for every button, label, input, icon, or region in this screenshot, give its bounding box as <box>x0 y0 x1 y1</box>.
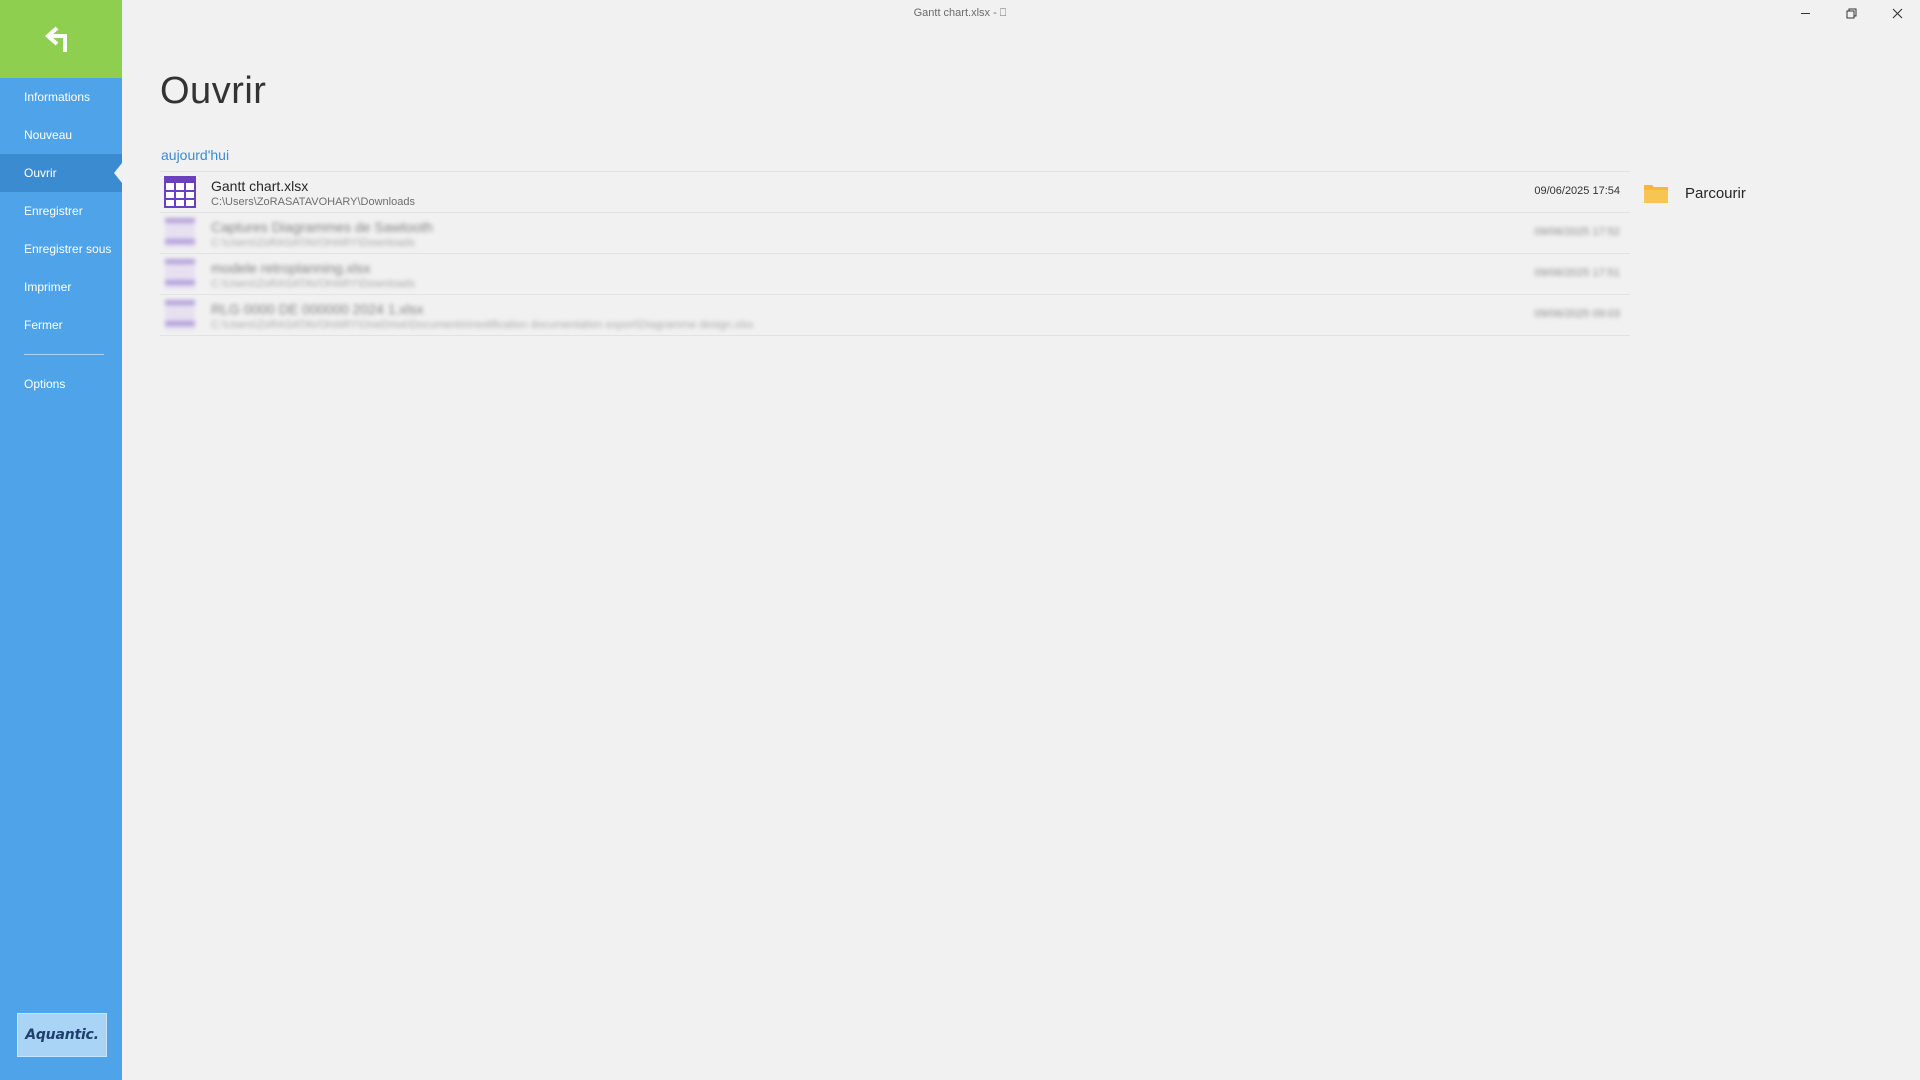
recent-files-list: Gantt chart.xlsx C:\Users\ZoRASATAVOHARY… <box>160 172 1630 336</box>
nav-item-informations[interactable]: Informations <box>0 78 122 116</box>
back-arrow-icon <box>44 26 67 52</box>
folder-icon <box>1644 185 1668 203</box>
file-date: 09/06/2025 17:51 <box>1534 267 1620 279</box>
minimize-button[interactable] <box>1782 0 1828 26</box>
spreadsheet-icon <box>164 176 196 208</box>
spreadsheet-icon <box>165 259 195 289</box>
close-icon <box>1892 8 1902 18</box>
recent-file-row[interactable]: RLG 0000 DE 000000 2024 1.xlsx C:\Users\… <box>160 295 1630 336</box>
restore-button[interactable] <box>1828 0 1874 26</box>
file-name: modele retroplanning.xlsx <box>211 260 371 276</box>
file-date: 09/06/2025 17:52 <box>1534 226 1620 238</box>
window-controls <box>1782 0 1920 26</box>
app-window: Informations Nouveau Ouvrir Enregistrer … <box>0 0 1920 1080</box>
restore-icon <box>1846 8 1856 18</box>
back-button[interactable] <box>0 0 122 78</box>
minimize-icon <box>1800 12 1810 14</box>
nav-item-options[interactable]: Options <box>0 365 122 403</box>
close-button[interactable] <box>1874 0 1920 26</box>
file-name: Gantt chart.xlsx <box>211 178 309 194</box>
nav-item-imprimer[interactable]: Imprimer <box>0 268 122 306</box>
nav-item-enregistrer[interactable]: Enregistrer <box>0 192 122 230</box>
brand-logo: Aquantic. <box>17 1013 107 1057</box>
backstage-sidebar: Informations Nouveau Ouvrir Enregistrer … <box>0 0 122 1080</box>
page-title: Ouvrir <box>160 70 267 112</box>
recent-group-label: aujourd'hui <box>161 147 230 163</box>
spreadsheet-icon <box>165 218 195 248</box>
file-date: 09/06/2025 17:54 <box>1534 185 1620 197</box>
nav-item-ouvrir[interactable]: Ouvrir <box>0 154 122 192</box>
backstage-nav: Informations Nouveau Ouvrir Enregistrer … <box>0 78 122 403</box>
window-title: Gantt chart.xlsx - ⎕ <box>913 7 1007 19</box>
file-name: Captures Diagrammes de Sawtooth <box>211 219 433 235</box>
file-path: C:\Users\ZoRASATAVOHARY\OneDrive\Documen… <box>211 319 754 331</box>
file-date: 09/06/2025 09:03 <box>1534 308 1620 320</box>
spreadsheet-icon <box>165 300 195 330</box>
file-path: C:\Users\ZoRASATAVOHARY\Downloads <box>211 196 415 208</box>
browse-label: Parcourir <box>1685 184 1746 202</box>
recent-file-row[interactable]: Gantt chart.xlsx C:\Users\ZoRASATAVOHARY… <box>160 172 1630 213</box>
recent-file-row[interactable]: modele retroplanning.xlsx C:\Users\ZoRAS… <box>160 254 1630 295</box>
nav-divider <box>24 354 104 355</box>
recent-file-row[interactable]: Captures Diagrammes de Sawtooth C:\Users… <box>160 213 1630 254</box>
nav-item-enregistrer-sous[interactable]: Enregistrer sous <box>0 230 122 268</box>
nav-item-nouveau[interactable]: Nouveau <box>0 116 122 154</box>
file-path: C:\Users\ZoRASATAVOHARY\Downloads <box>211 237 415 249</box>
file-path: C:\Users\ZoRASATAVOHARY\Downloads <box>211 278 415 290</box>
nav-item-fermer[interactable]: Fermer <box>0 306 122 344</box>
file-name: RLG 0000 DE 000000 2024 1.xlsx <box>211 301 424 317</box>
browse-button[interactable]: Parcourir <box>1643 178 1746 208</box>
